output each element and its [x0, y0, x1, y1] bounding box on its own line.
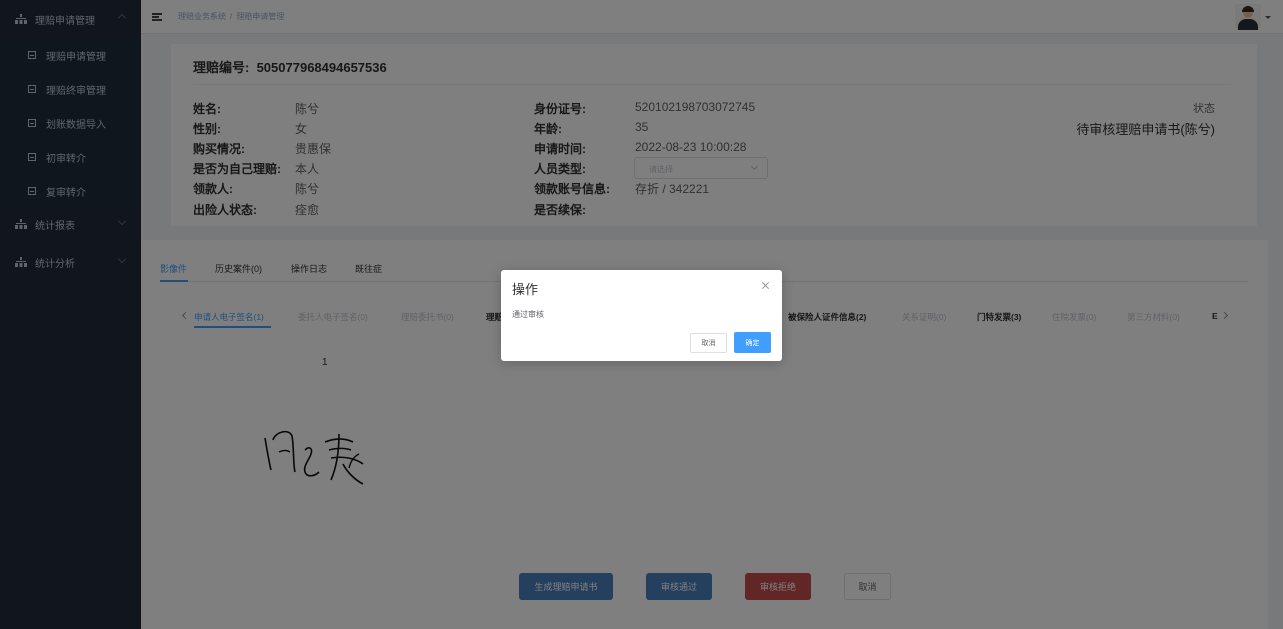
confirm-dialog: 操作 通过审核 取消 确定 — [501, 270, 782, 361]
dialog-confirm-button[interactable]: 确定 — [734, 332, 771, 353]
dialog-message: 通过审核 — [512, 310, 544, 319]
dialog-cancel-button[interactable]: 取消 — [690, 333, 727, 353]
close-icon[interactable] — [761, 281, 770, 290]
dialog-title: 操作 — [512, 282, 539, 297]
